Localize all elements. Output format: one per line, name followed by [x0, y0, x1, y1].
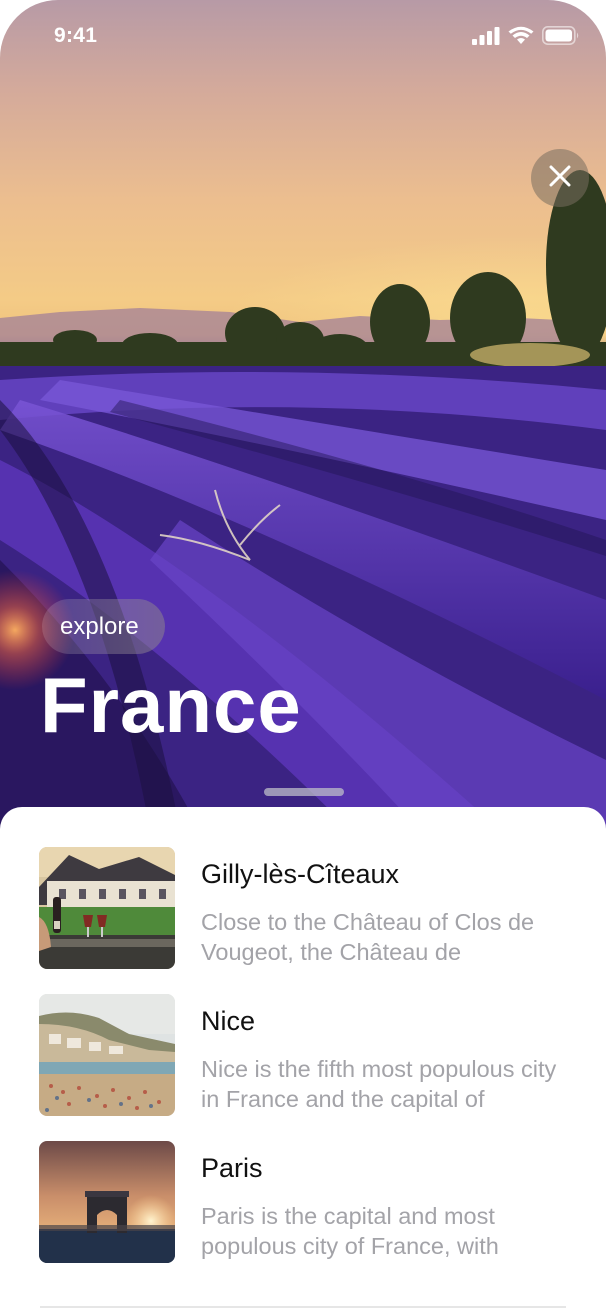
place-name: Nice	[201, 1006, 256, 1036]
bottom-divider	[40, 1306, 566, 1308]
place-name: Paris	[201, 1153, 263, 1183]
nice-beach-image	[39, 994, 175, 1116]
hero-image: 9:41 explore France	[0, 0, 606, 830]
places-sheet: Gilly-lès-Cîteaux Close to the Château o…	[0, 807, 606, 1312]
cellular-signal-icon	[472, 26, 500, 50]
arc-de-triomphe-image	[39, 1141, 175, 1263]
place-item-gilly-les-citeaux[interactable]: Gilly-lès-Cîteaux Close to the Château o…	[39, 847, 579, 969]
place-description: Paris is the capital and most populous c…	[201, 1203, 499, 1259]
close-icon	[549, 165, 571, 192]
status-time: 9:41	[54, 24, 98, 47]
status-icons	[472, 26, 580, 50]
wifi-icon	[508, 26, 534, 50]
explore-badge[interactable]: explore	[42, 599, 165, 654]
close-button[interactable]	[531, 149, 589, 207]
place-name: Gilly-lès-Cîteaux	[201, 859, 400, 889]
place-description: Close to the Château of Clos de Vougeot,…	[201, 909, 535, 965]
place-item-paris[interactable]: Paris Paris is the capital and most popu…	[39, 1141, 579, 1263]
app-screen: 9:41 explore France Gilly-lès-Cîteaux Cl…	[0, 0, 606, 1312]
status-bar: 9:41	[0, 0, 606, 76]
battery-icon	[542, 26, 580, 50]
place-item-nice[interactable]: Nice Nice is the fifth most populous cit…	[39, 994, 579, 1116]
page-title: France	[40, 661, 302, 749]
place-description: Nice is the fifth most populous city in …	[201, 1056, 557, 1112]
sheet-drag-handle[interactable]	[264, 788, 344, 796]
chateau-vineyard-image	[39, 847, 175, 969]
